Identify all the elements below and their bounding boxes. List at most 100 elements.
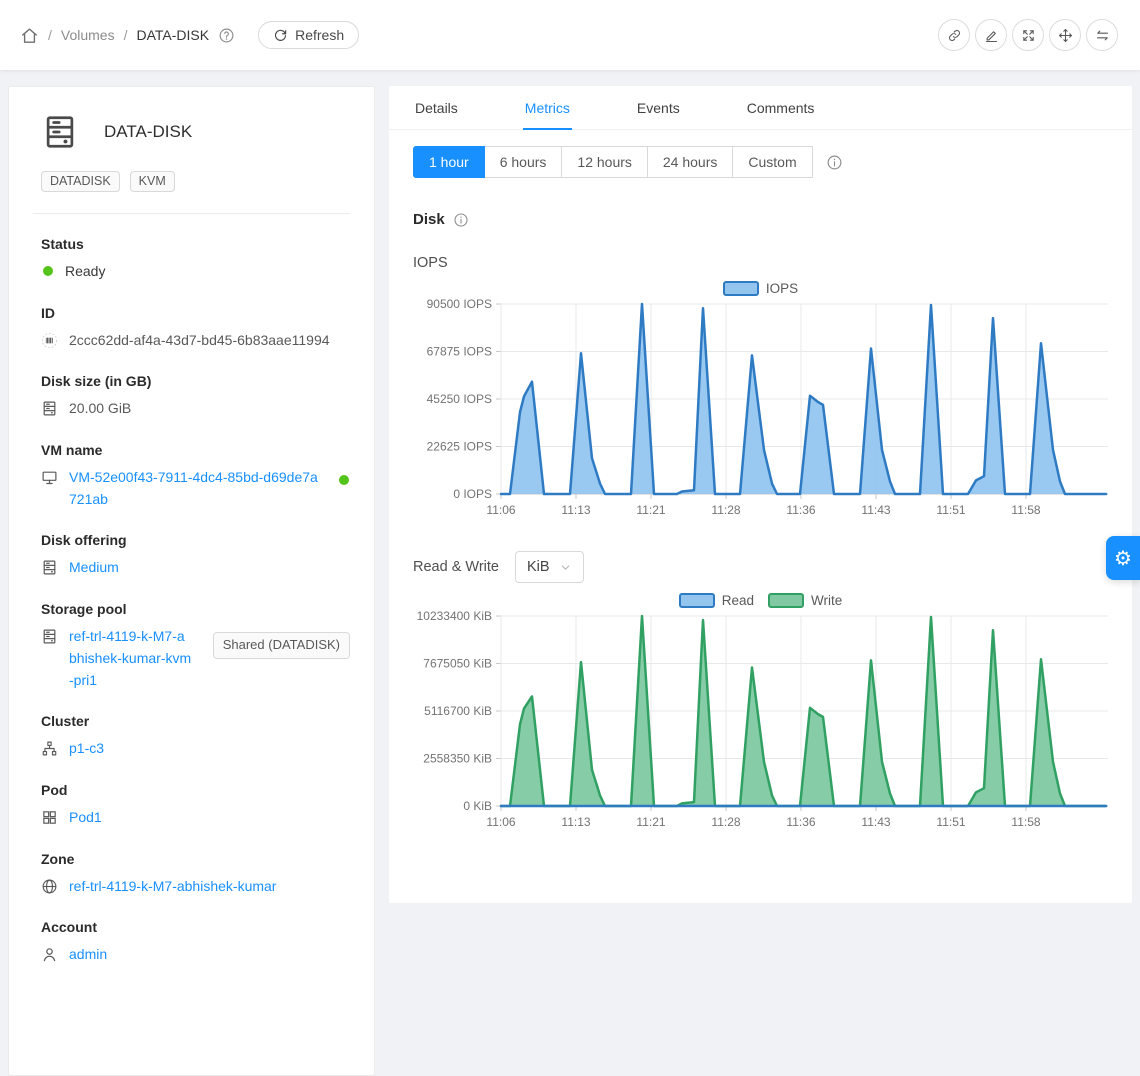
y-tick-label: 0 KiB <box>463 799 492 813</box>
disk-section-title: Disk <box>413 211 1108 228</box>
settings-gear-button[interactable]: ⚙ <box>1106 536 1140 580</box>
field-status: StatusReady <box>41 236 350 283</box>
field-label: VM name <box>41 442 350 458</box>
read-write-chart: ReadWrite0 KiB2558350 KiB5116700 KiB7675… <box>413 593 1108 836</box>
tab-events[interactable]: Events <box>635 86 682 129</box>
storage-pool-link[interactable]: ref-trl-4119-k-M7-abhishek-kumar-kvm-pri… <box>69 626 192 691</box>
resize-icon <box>1021 28 1036 43</box>
scope-badge: Shared (DATADISK) <box>213 632 350 659</box>
rw-chart-title: Read & Write KiB <box>413 551 1108 583</box>
breadcrumb: / Volumes / DATA-DISK Refresh <box>20 21 359 49</box>
zone-link[interactable]: ref-trl-4119-k-M7-abhishek-kumar <box>69 876 276 898</box>
time-range-info-icon[interactable] <box>826 154 843 171</box>
field-value: Medium <box>41 557 350 579</box>
reload-icon <box>273 28 288 43</box>
x-tick-label: 11:28 <box>711 503 740 517</box>
volume-icon <box>41 113 79 151</box>
x-tick-label: 11:06 <box>486 815 515 829</box>
y-tick-label: 7675050 KiB <box>423 657 492 671</box>
move-icon <box>1058 28 1073 43</box>
resource-fields: StatusReady ID 2ccc62dd-af4a-43d7-bd45-6b8… <box>33 236 350 966</box>
y-tick-label: 5116700 KiB <box>424 704 492 718</box>
help-icon[interactable] <box>218 27 235 44</box>
legend-item-read[interactable]: Read <box>679 593 754 608</box>
volume-actions <box>938 19 1118 51</box>
field-value: 20.00 GiB <box>41 398 350 420</box>
x-tick-label: 11:58 <box>1011 503 1040 517</box>
resize-action-button[interactable] <box>1012 19 1044 51</box>
x-tick-label: 11:36 <box>786 503 815 517</box>
legend-swatch <box>723 281 759 296</box>
field-label: Account <box>41 919 350 935</box>
y-tick-label: 0 IOPS <box>453 487 492 501</box>
time-range-group: 1 hour6 hours12 hours24 hoursCustom <box>413 146 1108 178</box>
gear-icon: ⚙ <box>1114 546 1132 571</box>
chart-legend: IOPS <box>413 281 1108 296</box>
field-value: 2ccc62dd-af4a-43d7-bd45-6b83aae11994 <box>41 330 350 352</box>
tab-metrics[interactable]: Metrics <box>523 86 572 130</box>
y-tick-label: 10233400 KiB <box>417 610 492 623</box>
time-range-6-hours[interactable]: 6 hours <box>484 146 563 178</box>
y-tick-label: 90500 IOPS <box>427 298 492 311</box>
database-icon <box>41 400 58 417</box>
iops-label: IOPS <box>413 255 448 271</box>
barcode-icon <box>41 332 58 349</box>
field-disk-size-in-gb: Disk size (in GB)20.00 GiB <box>41 373 350 420</box>
breadcrumb-separator: / <box>48 27 52 43</box>
swap-action-button[interactable] <box>1086 19 1118 51</box>
database-icon <box>41 559 58 576</box>
tab-details[interactable]: Details <box>413 86 460 129</box>
chart-canvas: 0 KiB2558350 KiB5116700 KiB7675050 KiB10… <box>413 610 1108 836</box>
field-label: Zone <box>41 851 350 867</box>
x-tick-label: 11:36 <box>786 815 815 829</box>
refresh-button[interactable]: Refresh <box>258 21 359 49</box>
legend-label: Read <box>722 593 754 608</box>
chevron-down-icon <box>559 561 572 574</box>
field-vm-name: VM name VM-52e00f43-7911-4dc4-85bd-d69de7… <box>41 442 350 510</box>
field-label: Pod <box>41 782 350 798</box>
resource-head: DATA-DISK <box>33 111 350 151</box>
legend-item-write[interactable]: Write <box>768 593 842 608</box>
home-icon[interactable] <box>20 26 39 45</box>
info-icon[interactable] <box>453 212 469 228</box>
field-label: ID <box>41 305 350 321</box>
legend-item-iops[interactable]: IOPS <box>723 281 798 296</box>
move-action-button[interactable] <box>1049 19 1081 51</box>
time-range-custom[interactable]: Custom <box>732 146 812 178</box>
chart-canvas: 0 IOPS22625 IOPS45250 IOPS67875 IOPS9050… <box>413 298 1108 524</box>
cluster-link[interactable]: p1-c3 <box>69 738 104 760</box>
vm-name-link[interactable]: VM-52e00f43-7911-4dc4-85bd-d69de7a721ab <box>69 467 324 510</box>
time-range-24-hours[interactable]: 24 hours <box>647 146 733 178</box>
field-value: VM-52e00f43-7911-4dc4-85bd-d69de7a721ab <box>41 467 350 510</box>
appstore-icon <box>41 809 58 826</box>
iops-chart-title: IOPS <box>413 255 1108 271</box>
status-badge: Ready <box>65 261 105 283</box>
field-zone: Zone ref-trl-4119-k-M7-abhishek-kumar <box>41 851 350 898</box>
time-range-12-hours[interactable]: 12 hours <box>561 146 647 178</box>
field-value: ref-trl-4119-k-M7-abhishek-kumar <box>41 876 350 898</box>
tab-comments[interactable]: Comments <box>745 86 817 129</box>
field-label: Disk offering <box>41 532 350 548</box>
breadcrumb-current: DATA-DISK <box>136 27 209 43</box>
top-bar: / Volumes / DATA-DISK Refresh <box>0 0 1140 70</box>
unit-select[interactable]: KiB <box>515 551 584 583</box>
field-value: Pod1 <box>41 807 350 829</box>
tag-kvm: KVM <box>130 171 175 192</box>
pod-link[interactable]: Pod1 <box>69 807 102 829</box>
x-tick-label: 11:06 <box>486 503 515 517</box>
detail-panel: Details Metrics Events Comments 1 hour6 hou… <box>389 86 1132 903</box>
status-dot <box>43 266 53 276</box>
time-range-1-hour[interactable]: 1 hour <box>413 146 485 178</box>
legend-label: IOPS <box>766 281 798 296</box>
edit-icon <box>984 28 999 43</box>
x-tick-label: 11:13 <box>561 815 590 829</box>
breadcrumb-separator: / <box>124 27 128 43</box>
x-tick-label: 11:43 <box>861 815 890 829</box>
breadcrumb-volumes-link[interactable]: Volumes <box>61 27 115 43</box>
disk-offering-link[interactable]: Medium <box>69 557 119 579</box>
link-action-button[interactable] <box>938 19 970 51</box>
edit-action-button[interactable] <box>975 19 1007 51</box>
legend-swatch <box>768 593 804 608</box>
field-value: p1-c3 <box>41 738 350 760</box>
disk-size-in-gb-value: 20.00 GiB <box>69 398 131 420</box>
